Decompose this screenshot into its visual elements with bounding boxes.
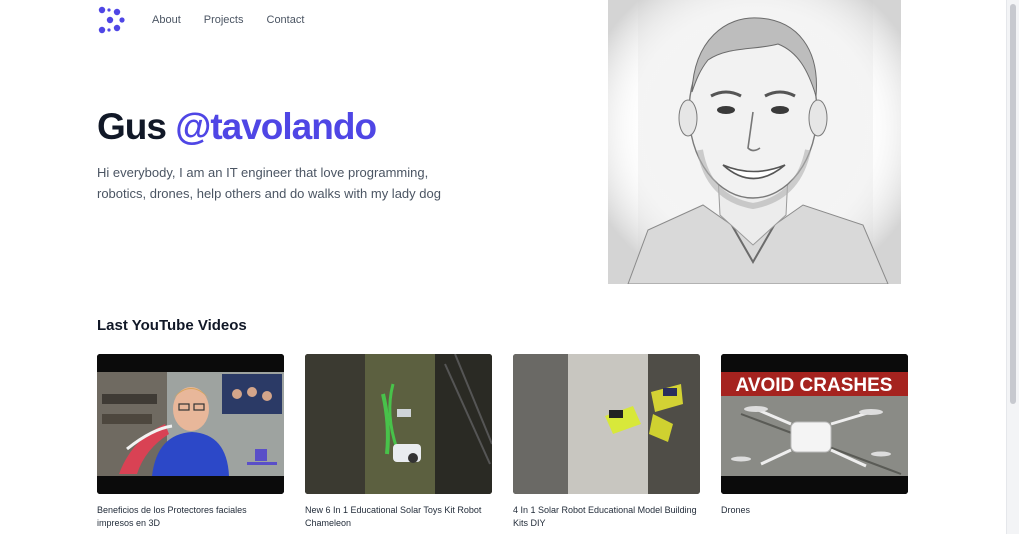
video-card[interactable]: AVOID CRASHES Drones: [721, 354, 908, 530]
videos-section-title: Last YouTube Videos: [97, 317, 247, 334]
video-card[interactable]: Beneficios de los Protectores faciales i…: [97, 354, 284, 530]
video-title[interactable]: Drones: [721, 504, 908, 517]
video-card[interactable]: 4 In 1 Solar Robot Educational Model Bui…: [513, 354, 700, 530]
nav-link-projects[interactable]: Projects: [204, 14, 244, 26]
page-scrollbar[interactable]: [1006, 0, 1019, 534]
hero-handle: @tavolando: [175, 106, 377, 147]
hero-description: Hi everybody, I am an IT engineer that l…: [97, 165, 441, 201]
video-title[interactable]: New 6 In 1 Educational Solar Toys Kit Ro…: [305, 504, 492, 530]
dots-logo-icon[interactable]: [97, 6, 125, 34]
video-list: Beneficios de los Protectores faciales i…: [97, 354, 908, 530]
video-title[interactable]: Beneficios de los Protectores faciales i…: [97, 504, 284, 530]
solar-robot-chameleon-thumbnail[interactable]: [305, 354, 492, 494]
profile-portrait: [608, 0, 901, 284]
scrollbar-thumb[interactable]: [1010, 4, 1016, 404]
hero-name: Gus: [97, 106, 167, 147]
nav-link-contact[interactable]: Contact: [267, 14, 305, 26]
solar-robot-kit-thumbnail[interactable]: [513, 354, 700, 494]
nav-link-about[interactable]: About: [152, 14, 181, 26]
crashed-drone-thumbnail[interactable]: AVOID CRASHES: [721, 354, 908, 494]
person-face-shield-thumbnail[interactable]: [97, 354, 284, 494]
thumbnail-overlay-text: AVOID CRASHES: [736, 375, 893, 396]
hero-title: Gus @tavolando: [97, 106, 377, 148]
video-title[interactable]: 4 In 1 Solar Robot Educational Model Bui…: [513, 504, 700, 530]
top-nav: About Projects Contact: [97, 6, 327, 34]
video-card[interactable]: New 6 In 1 Educational Solar Toys Kit Ro…: [305, 354, 492, 530]
